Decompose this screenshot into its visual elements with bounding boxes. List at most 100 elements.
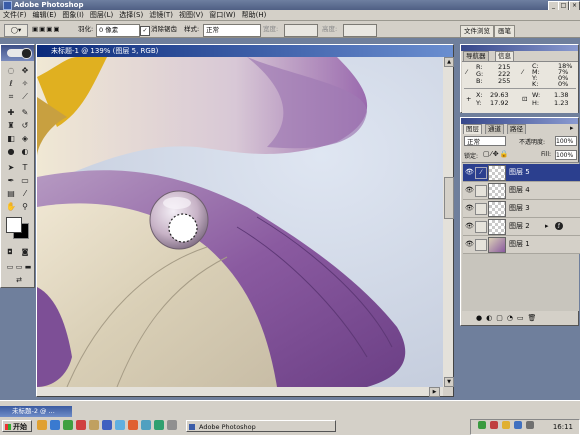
paths-tab[interactable]: 路径 bbox=[507, 124, 526, 134]
pen-tool-icon[interactable]: ✒ bbox=[5, 175, 17, 186]
lock-icons[interactable]: ▢⁄✥🔒 bbox=[483, 150, 509, 158]
marquee-tool-icon[interactable]: ◌ bbox=[5, 65, 17, 76]
hand-tool-icon[interactable]: ✋ bbox=[5, 201, 17, 212]
healing-brush-icon[interactable]: ✚ bbox=[5, 107, 17, 118]
tool-preset-picker[interactable]: ◯▾ bbox=[4, 24, 28, 37]
tray-icon-5[interactable] bbox=[526, 421, 534, 429]
menu-file[interactable]: 文件(F) bbox=[0, 10, 30, 21]
clone-stamp-icon[interactable]: ♜ bbox=[5, 120, 17, 131]
brushes-tab[interactable]: 画笔 bbox=[494, 25, 515, 37]
scroll-down-icon[interactable]: ▼ bbox=[444, 377, 454, 387]
minimized-doc-tab[interactable]: 未标题-2 @ ... bbox=[0, 406, 72, 417]
quicklaunch-icon-8[interactable] bbox=[128, 420, 138, 430]
lasso-tool-icon[interactable]: ℓ bbox=[5, 78, 17, 89]
style-select[interactable]: 正常 bbox=[203, 24, 261, 37]
link-box[interactable] bbox=[475, 221, 487, 233]
menu-select[interactable]: 选择(S) bbox=[116, 10, 146, 21]
menu-view[interactable]: 视图(V) bbox=[176, 10, 206, 21]
quicklaunch-icon-2[interactable] bbox=[50, 420, 60, 430]
width-input[interactable] bbox=[284, 24, 318, 37]
info-tab[interactable]: 信息 bbox=[495, 51, 514, 61]
feather-input[interactable]: 0 像素 bbox=[96, 24, 140, 37]
link-box[interactable] bbox=[475, 203, 487, 215]
brush-tool-icon[interactable]: ✎ bbox=[19, 107, 31, 118]
quicklaunch-icon-10[interactable] bbox=[154, 420, 164, 430]
expand-effects-icon[interactable]: ▸ bbox=[545, 222, 549, 230]
layers-footer-icons[interactable]: ●◐▢◔▭🗑 bbox=[462, 312, 579, 325]
eye-icon[interactable]: 👁 bbox=[465, 168, 474, 176]
history-brush-icon[interactable]: ↺ bbox=[19, 120, 31, 131]
scroll-up-icon[interactable]: ▲ bbox=[444, 57, 454, 67]
blur-tool-icon[interactable]: ● bbox=[5, 146, 17, 157]
quickmask-mode-icon[interactable]: ◙ bbox=[19, 247, 31, 258]
quicklaunch-icon-6[interactable] bbox=[102, 420, 112, 430]
eye-icon[interactable]: 👁 bbox=[465, 204, 474, 212]
tray-icon-2[interactable] bbox=[490, 421, 498, 429]
slice-tool-icon[interactable]: ⟋ bbox=[19, 91, 31, 102]
crop-tool-icon[interactable]: ⌗ bbox=[5, 91, 17, 102]
toolbox: ◌ ✥ ℓ ✧ ⌗ ⟋ ✚ ✎ ♜ ↺ ◧ ◈ ● ◐ ➤ T ✒ ▭ ▤ ⁄ … bbox=[0, 44, 35, 288]
menu-layer[interactable]: 图层(L) bbox=[87, 10, 116, 21]
channels-tab[interactable]: 通道 bbox=[485, 124, 504, 134]
link-box[interactable] bbox=[475, 239, 487, 251]
menu-edit[interactable]: 编辑(E) bbox=[30, 10, 60, 21]
quicklaunch-icon-11[interactable] bbox=[167, 420, 177, 430]
palette-well: 文件浏览 画笔 bbox=[458, 21, 580, 38]
layers-tab[interactable]: 图层 bbox=[463, 124, 482, 134]
height-input[interactable] bbox=[343, 24, 377, 37]
menu-filter[interactable]: 滤镜(T) bbox=[146, 10, 176, 21]
layer-style-icon[interactable]: ƒ bbox=[555, 222, 563, 230]
quicklaunch-icon-3[interactable] bbox=[63, 420, 73, 430]
link-box[interactable] bbox=[475, 185, 487, 197]
zoom-tool-icon[interactable]: ⚲ bbox=[19, 201, 31, 212]
jump-to-imageready-icon[interactable]: ⇄ bbox=[9, 275, 29, 286]
horizontal-scrollbar[interactable]: ▶ bbox=[37, 387, 443, 397]
shape-tool-icon[interactable]: ▭ bbox=[19, 175, 31, 186]
blend-mode-select[interactable]: 正常 bbox=[464, 136, 506, 146]
quicklaunch-icon-5[interactable] bbox=[89, 420, 99, 430]
start-button[interactable]: 开始 bbox=[2, 420, 32, 432]
quicklaunch-icon-7[interactable] bbox=[115, 420, 125, 430]
dodge-tool-icon[interactable]: ◐ bbox=[19, 146, 31, 157]
notes-tool-icon[interactable]: ▤ bbox=[5, 188, 17, 199]
eye-icon[interactable]: 👁 bbox=[465, 222, 474, 230]
type-tool-icon[interactable]: T bbox=[19, 162, 31, 173]
antialias-checkbox[interactable]: ✓ bbox=[140, 26, 150, 36]
scroll-right-icon[interactable]: ▶ bbox=[429, 387, 440, 397]
screen-mode-full-icon[interactable]: ▬ bbox=[22, 262, 34, 273]
taskbar-photoshop-button[interactable]: Adobe Photoshop bbox=[186, 420, 336, 432]
layer-row-4[interactable]: 👁 图层 4 bbox=[463, 182, 580, 200]
file-browser-tab[interactable]: 文件浏览 bbox=[460, 25, 494, 37]
eyedropper-icon[interactable]: ⁄ bbox=[19, 188, 31, 199]
opacity-input[interactable]: 100% bbox=[555, 136, 577, 146]
menu-help[interactable]: 帮助(H) bbox=[239, 10, 270, 21]
menu-image[interactable]: 图象(I) bbox=[59, 10, 87, 21]
fill-input[interactable]: 100% bbox=[555, 150, 577, 160]
quicklaunch-icon-9[interactable] bbox=[141, 420, 151, 430]
layer-row-1[interactable]: 👁 图层 1 bbox=[463, 236, 580, 254]
selection-mode-icons[interactable]: ▣▣▣▣ bbox=[32, 24, 72, 35]
vertical-scroll-thumb[interactable] bbox=[444, 177, 454, 219]
move-tool-icon[interactable]: ✥ bbox=[19, 65, 31, 76]
image-canvas[interactable] bbox=[37, 57, 443, 387]
tray-icon-1[interactable] bbox=[478, 421, 486, 429]
layer-row-5[interactable]: 👁 ⁄ 图层 5 bbox=[463, 164, 580, 182]
path-select-icon[interactable]: ➤ bbox=[5, 162, 17, 173]
vertical-scrollbar[interactable]: ▲ ▼ bbox=[443, 57, 454, 387]
eye-icon[interactable]: 👁 bbox=[465, 186, 474, 194]
magic-wand-icon[interactable]: ✧ bbox=[19, 78, 31, 89]
menu-window[interactable]: 窗口(W) bbox=[206, 10, 238, 21]
paint-bucket-icon[interactable]: ◈ bbox=[19, 133, 31, 144]
tray-icon-3[interactable] bbox=[502, 421, 510, 429]
navigator-tab[interactable]: 导航器 bbox=[463, 51, 489, 61]
standard-mode-icon[interactable]: ◘ bbox=[4, 247, 16, 258]
panel-menu-icon[interactable]: ▸ bbox=[570, 124, 574, 132]
foreground-color-swatch[interactable] bbox=[6, 217, 22, 233]
layer-row-2[interactable]: 👁 图层 2 ▸ ƒ bbox=[463, 218, 580, 236]
eye-icon[interactable]: 👁 bbox=[465, 240, 474, 248]
quicklaunch-icon-4[interactable] bbox=[76, 420, 86, 430]
quicklaunch-icon-1[interactable] bbox=[37, 420, 47, 430]
eraser-tool-icon[interactable]: ◧ bbox=[5, 133, 17, 144]
layer-row-3[interactable]: 👁 图层 3 bbox=[463, 200, 580, 218]
tray-icon-4[interactable] bbox=[514, 421, 522, 429]
